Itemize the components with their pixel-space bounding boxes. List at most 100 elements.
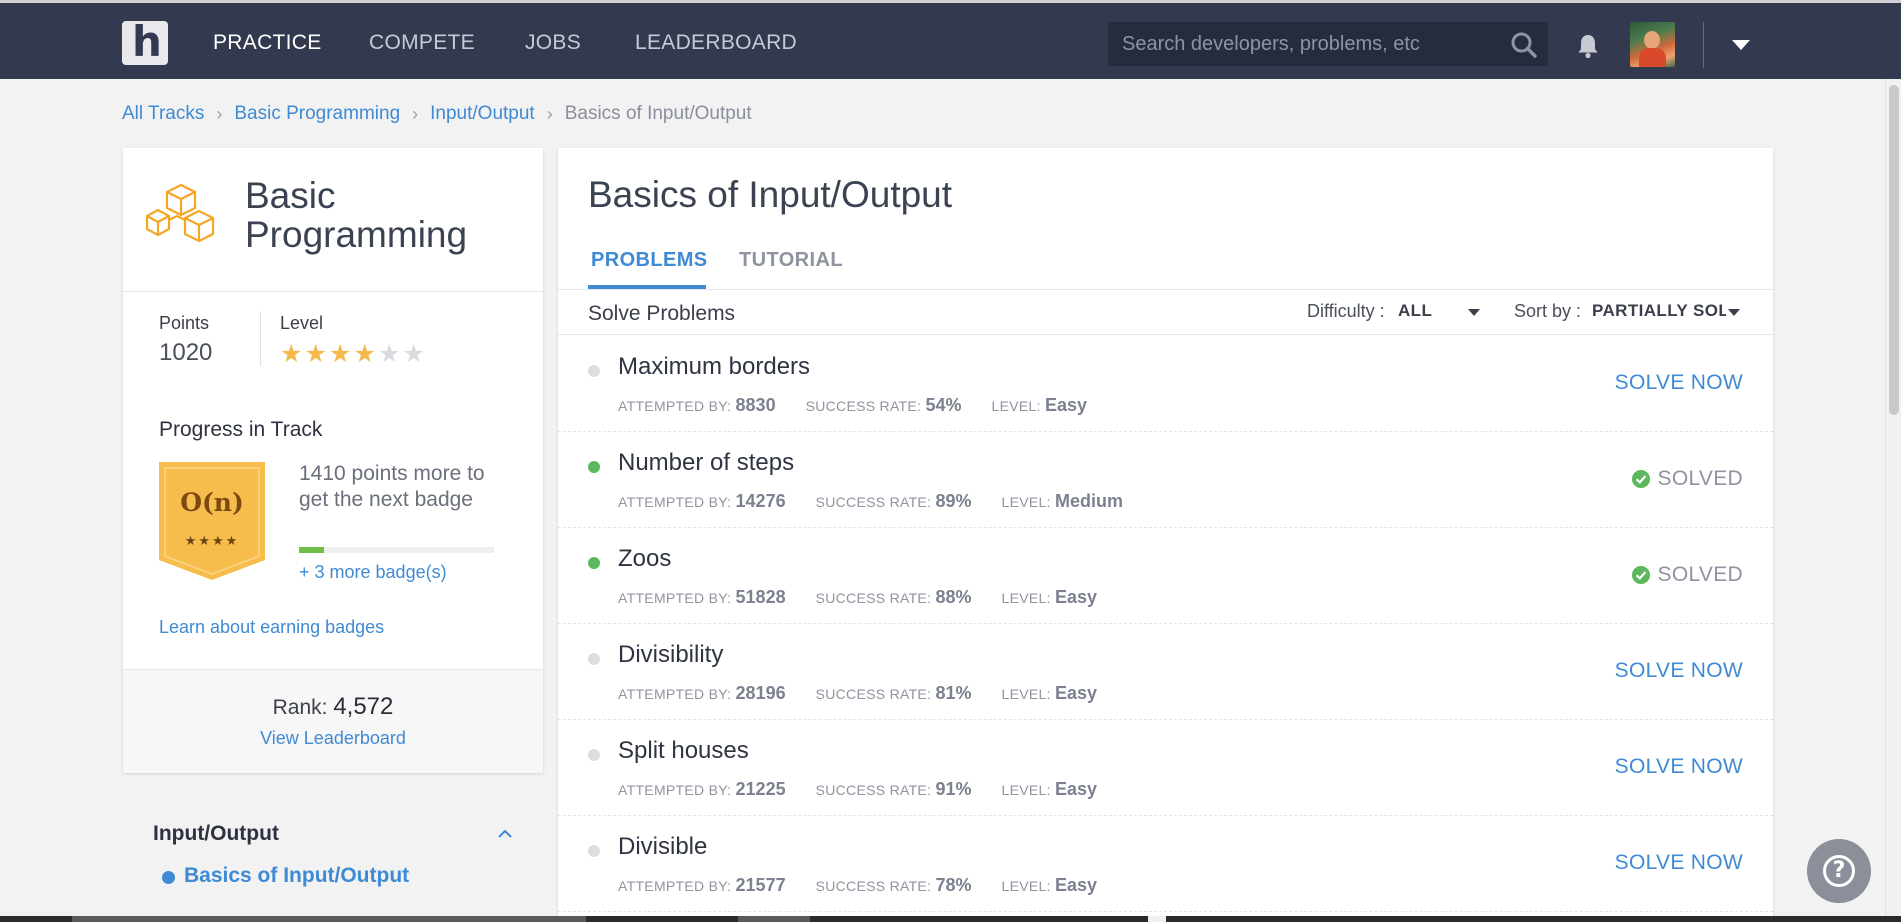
- problem-row[interactable]: Split houses ATTEMPTED BY: 21225 SUCCESS R…: [558, 720, 1773, 816]
- status-dot: [588, 845, 600, 857]
- topic-title[interactable]: Input/Output: [153, 822, 279, 846]
- topic-active-dot: [162, 871, 175, 884]
- solve-problems-label: Solve Problems: [588, 302, 736, 325]
- rank-value: 4,572: [333, 693, 394, 720]
- level-value: Easy: [1044, 395, 1088, 415]
- level-value: Medium: [1054, 491, 1123, 511]
- success-label: SUCCESS RATE:: [815, 494, 932, 510]
- breadcrumb-all-tracks[interactable]: All Tracks: [122, 103, 204, 125]
- progress-text: 1410 points more to get the next badge: [299, 462, 485, 511]
- page-scrollbar[interactable]: [1885, 79, 1901, 922]
- attempted-value: 28196: [735, 683, 786, 703]
- check-circle-icon: [1631, 470, 1650, 488]
- caret-down-icon[interactable]: [1468, 309, 1480, 316]
- search-icon[interactable]: [1510, 31, 1538, 59]
- stat-divider: [260, 311, 261, 366]
- breadcrumb-input-output[interactable]: Input/Output: [430, 103, 535, 125]
- level-label: LEVEL:: [1001, 782, 1051, 798]
- topic-item-basics[interactable]: Basics of Input/Output: [184, 864, 409, 888]
- star-icon: ★: [353, 340, 376, 368]
- level-label: Level: [280, 313, 324, 333]
- problem-meta: ATTEMPTED BY: 14276 SUCCESS RATE: 89% LEVE…: [618, 491, 1123, 512]
- problem-meta: ATTEMPTED BY: 28196 SUCCESS RATE: 81% LEVE…: [618, 683, 1097, 704]
- tab-problems[interactable]: PROBLEMS: [591, 249, 708, 272]
- tab-tutorial[interactable]: TUTORIAL: [739, 249, 843, 272]
- avatar[interactable]: [1630, 22, 1675, 67]
- chevron-up-icon[interactable]: [498, 829, 512, 838]
- problems-card: Basics of Input/Output PROBLEMS TUTORIAL…: [558, 148, 1773, 922]
- problem-row[interactable]: Divisible ATTEMPTED BY: 21577 SUCCESS RATE…: [558, 816, 1773, 912]
- badge-icon[interactable]: [159, 462, 265, 580]
- difficulty-label: Difficulty :: [1307, 301, 1385, 321]
- rank-line: Rank: 4,572: [123, 693, 543, 721]
- attempted-label: ATTEMPTED BY:: [618, 686, 732, 702]
- level-value: Easy: [1054, 875, 1098, 895]
- scrollbar-thumb[interactable]: [1889, 85, 1899, 415]
- search-input[interactable]: [1108, 22, 1548, 66]
- solve-now-button[interactable]: SOLVE NOW: [1615, 851, 1743, 875]
- badge-stars: ★★★★: [184, 533, 240, 548]
- problem-row[interactable]: Maximum borders ATTEMPTED BY: 8830 SUCCESS…: [558, 336, 1773, 432]
- problem-title[interactable]: Maximum borders: [618, 353, 810, 381]
- sort-select[interactable]: PARTIALLY SOLVED: [1592, 301, 1726, 321]
- solved-status: SOLVED: [1631, 563, 1743, 587]
- track-title: Basic Programming: [245, 175, 468, 255]
- view-leaderboard-link[interactable]: View Leaderboard: [123, 728, 543, 749]
- success-value: 81%: [935, 683, 972, 703]
- star-icon: ★: [329, 340, 352, 368]
- attempted-value: 21577: [735, 875, 786, 895]
- sort-label: Sort by :: [1514, 301, 1582, 321]
- problem-row[interactable]: Divisibility ATTEMPTED BY: 28196 SUCCESS R…: [558, 624, 1773, 720]
- chevron-down-icon[interactable]: [1732, 40, 1750, 50]
- more-badges-link[interactable]: + 3 more badge(s): [299, 562, 447, 583]
- os-taskbar: [0, 916, 1901, 922]
- success-value: 54%: [925, 395, 962, 415]
- problem-title[interactable]: Divisibility: [618, 641, 723, 669]
- nav-jobs[interactable]: JOBS: [525, 31, 581, 55]
- solve-now-button[interactable]: SOLVE NOW: [1615, 371, 1743, 395]
- logo-letter[interactable]: h: [132, 21, 162, 63]
- problem-row[interactable]: Number of steps ATTEMPTED BY: 14276 SUCCES…: [558, 432, 1773, 528]
- breadcrumb-current: Basics of Input/Output: [564, 103, 752, 124]
- caret-down-icon[interactable]: [1728, 309, 1740, 316]
- solved-label: SOLVED: [1657, 467, 1743, 490]
- badge-progress-fill: [299, 547, 325, 553]
- level-label: LEVEL:: [991, 398, 1041, 414]
- breadcrumb-basic-programming[interactable]: Basic Programming: [234, 103, 400, 125]
- star-icon: ★: [378, 340, 401, 368]
- success-label: SUCCESS RATE:: [805, 398, 922, 414]
- success-label: SUCCESS RATE:: [815, 782, 932, 798]
- rank-section: Rank: 4,572 View Leaderboard: [123, 669, 543, 773]
- learn-badges-link[interactable]: Learn about earning badges: [159, 617, 384, 638]
- problem-title[interactable]: Zoos: [618, 545, 671, 573]
- difficulty-select[interactable]: ALL: [1398, 301, 1458, 321]
- attempted-value: 14276: [735, 491, 786, 511]
- nav-practice[interactable]: PRACTICE: [213, 31, 322, 55]
- success-label: SUCCESS RATE:: [815, 878, 932, 894]
- top-navbar: h PRACTICE COMPETE JOBS LEADERBOARD: [0, 0, 1901, 79]
- cubes-icon: [145, 183, 215, 243]
- solved-label: SOLVED: [1657, 563, 1743, 586]
- problem-title[interactable]: Divisible: [618, 833, 707, 861]
- status-dot: [588, 365, 600, 377]
- problem-title[interactable]: Split houses: [618, 737, 749, 765]
- nav-compete[interactable]: COMPETE: [369, 31, 475, 55]
- solve-now-button[interactable]: SOLVE NOW: [1615, 659, 1743, 683]
- bell-icon[interactable]: [1576, 33, 1600, 59]
- problem-row[interactable]: Zoos ATTEMPTED BY: 51828 SUCCESS RATE: 88%…: [558, 528, 1773, 624]
- attempted-label: ATTEMPTED BY:: [618, 878, 732, 894]
- divider: [123, 291, 543, 292]
- level-value: Easy: [1054, 683, 1098, 703]
- problem-title[interactable]: Number of steps: [618, 449, 794, 477]
- status-dot: [588, 749, 600, 761]
- problem-meta: ATTEMPTED BY: 8830 SUCCESS RATE: 54% LEVEL…: [618, 395, 1087, 416]
- nav-leaderboard[interactable]: LEADERBOARD: [635, 31, 797, 55]
- badge-label: O(n): [180, 488, 244, 517]
- chevron-right-icon: ›: [216, 103, 223, 124]
- taskbar-segment: [738, 916, 810, 922]
- solve-now-button[interactable]: SOLVE NOW: [1615, 755, 1743, 779]
- status-dot: [588, 461, 600, 473]
- help-button[interactable]: ?: [1807, 839, 1871, 903]
- attempted-label: ATTEMPTED BY:: [618, 398, 732, 414]
- level-label: LEVEL:: [1001, 494, 1051, 510]
